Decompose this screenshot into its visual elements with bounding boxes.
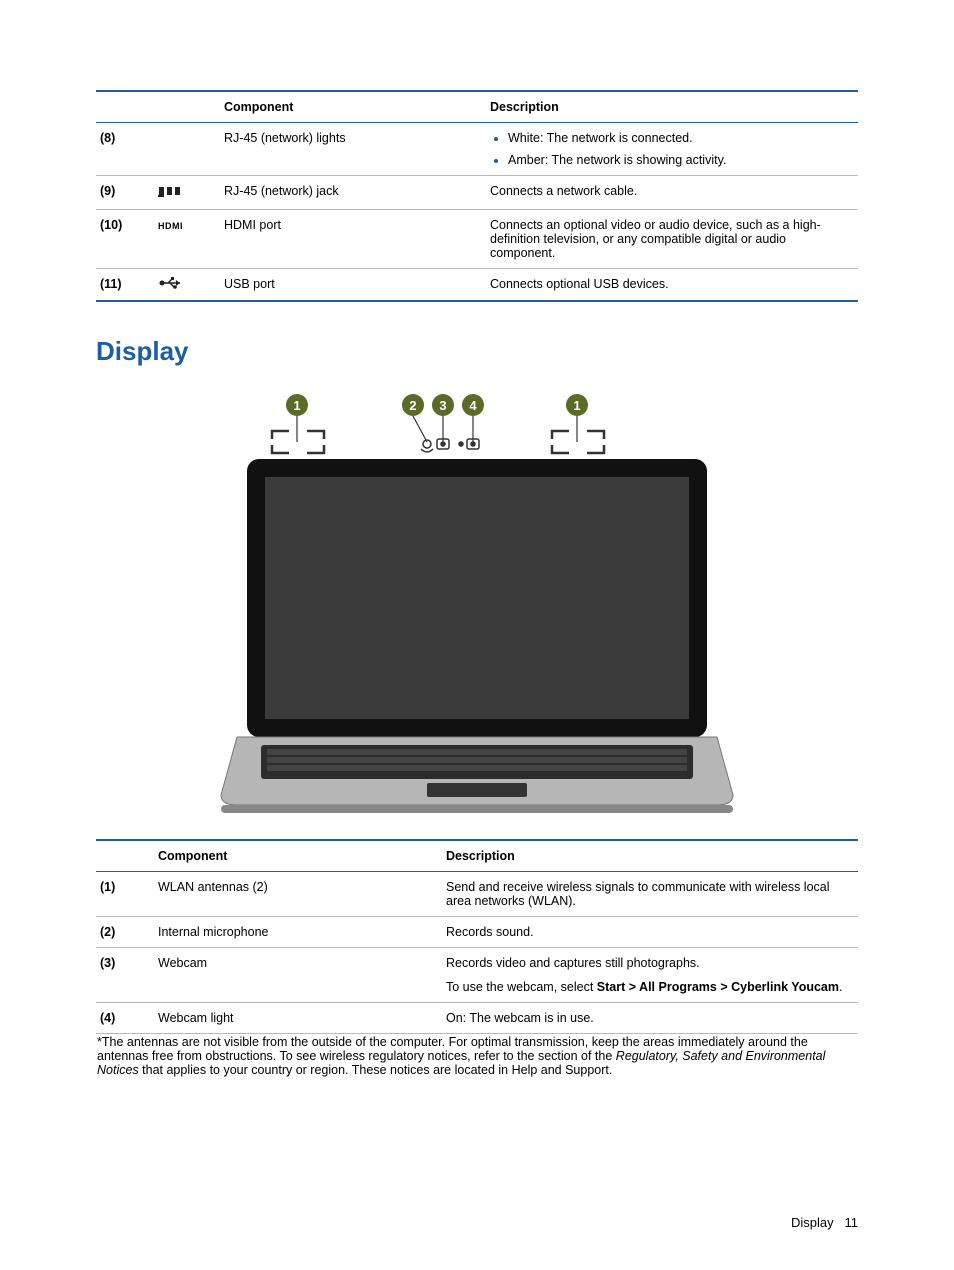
row-component: Webcam light — [154, 1003, 442, 1034]
row-component: Internal microphone — [154, 917, 442, 948]
footer-page-number: 11 — [845, 1215, 859, 1230]
desc-line: Records video and captures still photogr… — [446, 956, 854, 970]
table-row: (3) Webcam Records video and captures st… — [96, 948, 858, 1003]
svg-text:3: 3 — [439, 398, 446, 413]
table-row: (2) Internal microphone Records sound. — [96, 917, 858, 948]
col-num — [96, 840, 154, 872]
row-description: Connects optional USB devices. — [486, 269, 858, 302]
row-num: (9) — [96, 176, 154, 210]
row-num: (8) — [96, 123, 154, 176]
desc-line: To use the webcam, select Start > All Pr… — [446, 980, 854, 994]
row-num: (1) — [96, 872, 154, 917]
row-component: RJ-45 (network) lights — [220, 123, 486, 176]
row-num: (10) — [96, 210, 154, 269]
hdmi-icon: HDMI — [158, 221, 183, 231]
row-num: (11) — [96, 269, 154, 302]
col-description: Description — [442, 840, 858, 872]
component-table-display: Component Description (1) WLAN antennas … — [96, 839, 858, 1078]
svg-text:1: 1 — [573, 398, 580, 413]
footer-section: Display — [791, 1215, 834, 1230]
svg-text:1: 1 — [293, 398, 300, 413]
row-icon — [154, 176, 220, 210]
section-heading-display: Display — [96, 336, 858, 367]
table-row: (8) RJ-45 (network) lights White: The ne… — [96, 123, 858, 176]
row-component: USB port — [220, 269, 486, 302]
row-description: Connects a network cable. — [486, 176, 858, 210]
row-description: On: The webcam is in use. — [442, 1003, 858, 1034]
table-row: (10) HDMI HDMI port Connects an optional… — [96, 210, 858, 269]
table-row: (11) USB port Connects optional USB devi… — [96, 269, 858, 302]
table-header-row: Component Description — [96, 91, 858, 123]
page: Component Description (8) RJ-45 (network… — [0, 0, 954, 1270]
row-component: WLAN antennas (2) — [154, 872, 442, 917]
row-num: (2) — [96, 917, 154, 948]
page-footer: Display 11 — [791, 1215, 858, 1230]
row-icon — [154, 269, 220, 302]
row-description: Send and receive wireless signals to com… — [442, 872, 858, 917]
row-description: White: The network is connected. Amber: … — [486, 123, 858, 176]
footnote: *The antennas are not visible from the o… — [96, 1034, 858, 1079]
col-component: Component — [220, 91, 486, 123]
col-description: Description — [486, 91, 858, 123]
row-description: Connects an optional video or audio devi… — [486, 210, 858, 269]
row-icon: HDMI — [154, 210, 220, 269]
col-component: Component — [154, 840, 442, 872]
table-row: (9) RJ-45 (network) jack Connects a netw… — [96, 176, 858, 210]
row-component: Webcam — [154, 948, 442, 1003]
row-component: RJ-45 (network) jack — [220, 176, 486, 210]
laptop-display-figure: 1 2 3 4 1 — [217, 387, 737, 817]
svg-text:2: 2 — [409, 398, 416, 413]
component-table-top: Component Description (8) RJ-45 (network… — [96, 90, 858, 302]
col-num — [96, 91, 154, 123]
row-icon — [154, 123, 220, 176]
table-header-row: Component Description — [96, 840, 858, 872]
col-icon — [154, 91, 220, 123]
row-description: Records video and captures still photogr… — [442, 948, 858, 1003]
network-jack-icon — [158, 184, 184, 198]
bullet: Amber: The network is showing activity. — [508, 153, 854, 167]
row-description: Records sound. — [442, 917, 858, 948]
table-row: (1) WLAN antennas (2) Send and receive w… — [96, 872, 858, 917]
bullet: White: The network is connected. — [508, 131, 854, 145]
row-component: HDMI port — [220, 210, 486, 269]
usb-icon — [158, 277, 184, 289]
svg-text:4: 4 — [469, 398, 477, 413]
row-num: (4) — [96, 1003, 154, 1034]
table-row: (4) Webcam light On: The webcam is in us… — [96, 1003, 858, 1034]
row-num: (3) — [96, 948, 154, 1003]
table-footnote-row: *The antennas are not visible from the o… — [96, 1034, 858, 1079]
